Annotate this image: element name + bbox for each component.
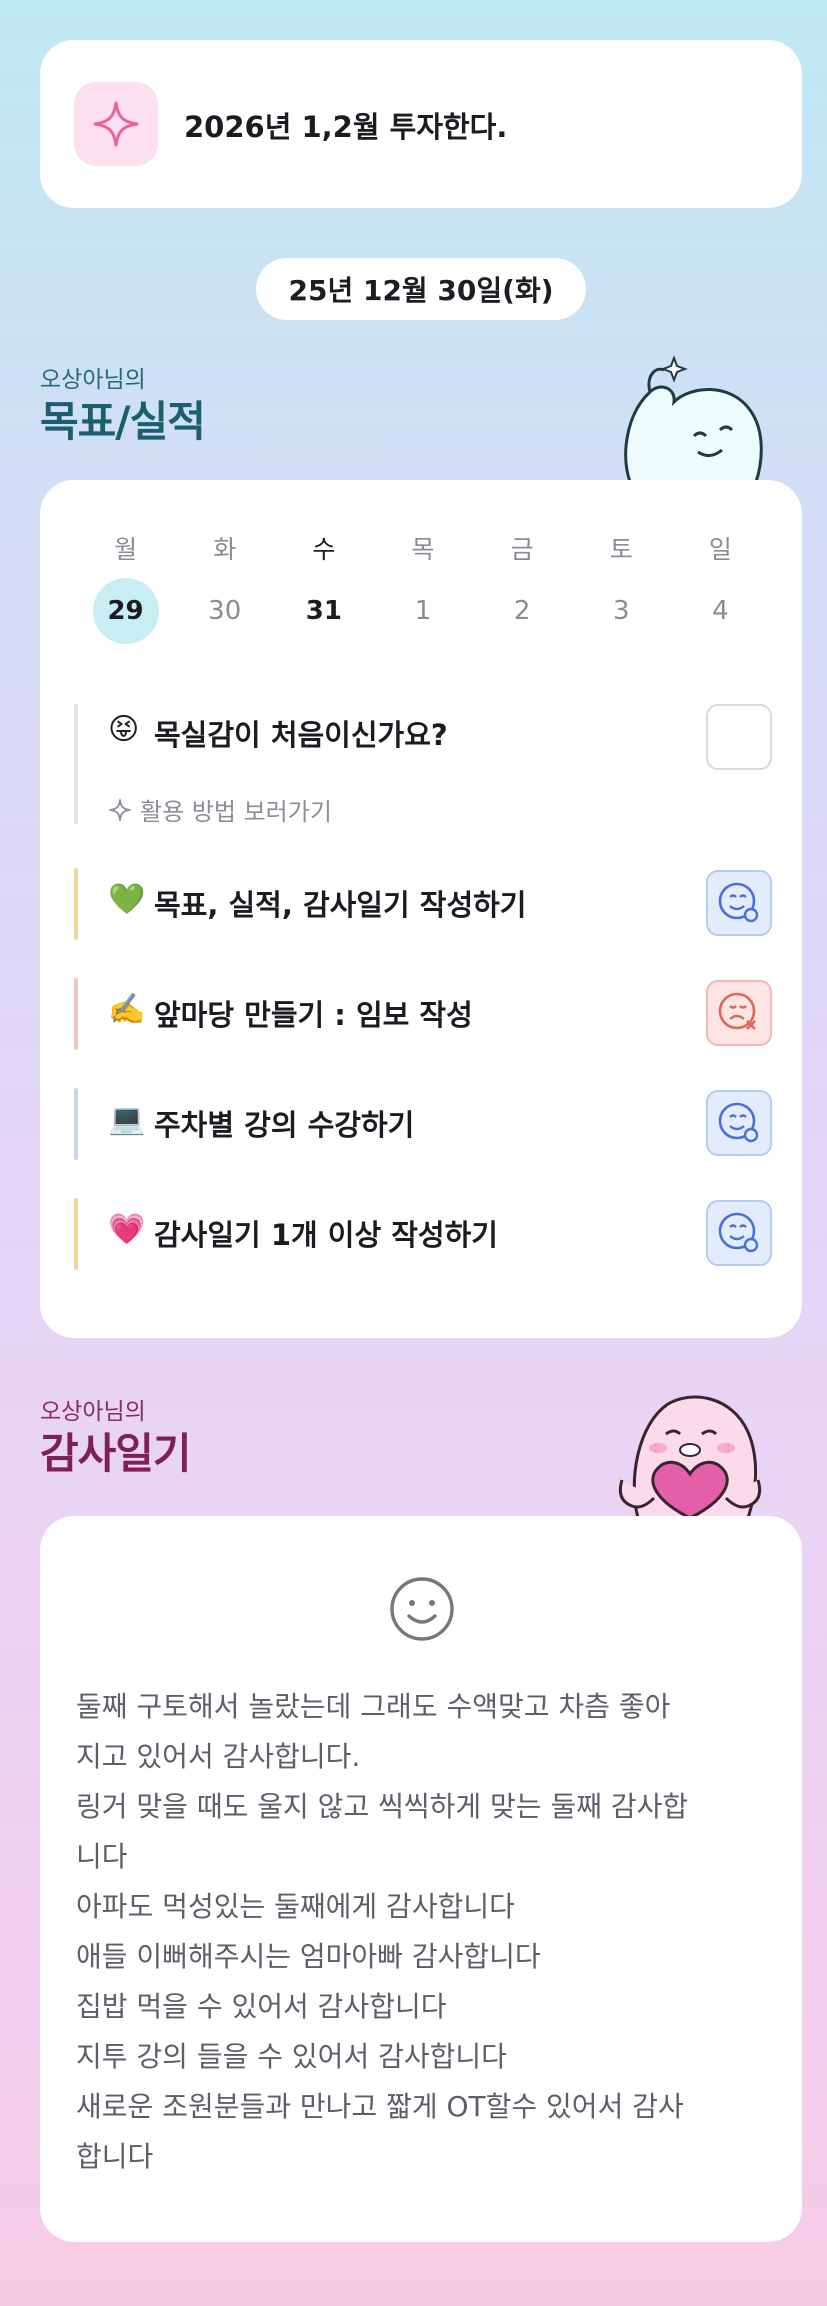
task-status-done-icon[interactable]	[706, 1090, 772, 1156]
smile-check-icon	[718, 1102, 759, 1143]
calendar-day-number: 2	[513, 596, 531, 626]
howto-link[interactable]: 활용 방법 보러가기	[108, 792, 332, 827]
sparkle-icon	[74, 82, 158, 166]
task-label: 목실감이 처음이신가요?	[154, 718, 448, 752]
date-row: 29 30 31 1 2 3 4	[76, 578, 770, 644]
calendar-day[interactable]: 3	[572, 578, 671, 644]
howto-label: 활용 방법 보러가기	[140, 798, 332, 826]
task-accent-bar	[74, 978, 78, 1050]
calendar-day-number: 29	[92, 578, 159, 644]
calendar-day[interactable]: 30	[175, 578, 274, 644]
weekday-label: 금	[510, 535, 534, 564]
weekday-label: 일	[708, 535, 732, 564]
calendar-day-selected[interactable]: 29	[76, 578, 175, 644]
diary-line: 아파도 먹성있는 둘째에게 감사합니다	[76, 1890, 515, 1923]
task-accent-bar	[74, 1088, 78, 1160]
mascot-heart-icon	[618, 1395, 762, 1518]
task-emoji: ✍️	[108, 992, 146, 1027]
task-emoji: 😝	[108, 712, 140, 747]
calendar-day-number: 1	[414, 596, 432, 626]
sad-x-icon	[718, 992, 756, 1030]
calendar-day-number: 31	[305, 596, 342, 626]
calendar-day[interactable]: 31	[274, 578, 373, 644]
weekday-label: 화	[213, 535, 237, 564]
weekday-label: 수	[312, 535, 336, 564]
task-checkbox[interactable]	[706, 704, 772, 770]
sparkle-small-icon	[109, 798, 131, 821]
diary-line: 지고 있어서 감사합니다.	[76, 1740, 361, 1773]
diary-text: 둘째 구토해서 놀랐는데 그래도 수액맞고 차츰 좋아 지고 있어서 감사합니다…	[76, 1682, 776, 2182]
diary-card[interactable]: 둘째 구토해서 놀랐는데 그래도 수액맞고 차츰 좋아 지고 있어서 감사합니다…	[40, 1516, 802, 2242]
calendar-day[interactable]: 4	[671, 578, 770, 644]
smile-check-icon	[718, 882, 759, 923]
task-item[interactable]: 💗 감사일기 1개 이상 작성하기	[74, 1198, 772, 1270]
task-label: 앞마당 만들기 : 임보 작성	[154, 998, 473, 1032]
diary-line: 집밥 먹을 수 있어서 감사합니다	[76, 1990, 447, 2023]
diary-line: 합니다	[76, 2140, 154, 2173]
task-accent-bar	[74, 1198, 78, 1270]
diary-line: 둘째 구토해서 놀랐는데 그래도 수액맞고 차츰 좋아	[76, 1690, 671, 1723]
weekday-label: 토	[609, 535, 633, 564]
task-label: 목표, 실적, 감사일기 작성하기	[154, 888, 527, 922]
task-emoji: 💻	[108, 1102, 146, 1137]
checklist-card: 월 화 수 목 금 토 일 29 30 31 1 2 3 4 😝 목실감이 처음…	[40, 480, 802, 1338]
diary-line: 니다	[76, 1840, 128, 1873]
weekday-row: 월 화 수 목 금 토 일	[76, 530, 770, 566]
task-status-failed-icon[interactable]	[706, 980, 772, 1046]
calendar-day[interactable]: 2	[473, 578, 572, 644]
calendar-day-number: 30	[208, 596, 242, 626]
weekday-label: 목	[411, 535, 435, 564]
weekday-label: 월	[114, 535, 138, 564]
task-item[interactable]: 💻 주차별 강의 수강하기	[74, 1088, 772, 1160]
task-emoji: 💚	[108, 882, 146, 917]
task-label: 감사일기 1개 이상 작성하기	[154, 1218, 498, 1252]
diary-line: 애들 이뻐해주시는 엄마아빠 감사합니다	[76, 1940, 541, 1973]
goal-card[interactable]: 2026년 1,2월 투자한다.	[40, 40, 802, 208]
diary-line: 지투 강의 들을 수 있어서 감사합니다	[76, 2040, 507, 2073]
smile-check-icon	[718, 1212, 759, 1253]
diary-line: 링거 맞을 때도 울지 않고 씩씩하게 맞는 둘째 감사합	[76, 1790, 689, 1823]
goal-text: 2026년 1,2월 투자한다.	[184, 110, 508, 144]
task-item[interactable]: ✍️ 앞마당 만들기 : 임보 작성	[74, 978, 772, 1050]
task-accent-bar	[74, 868, 78, 940]
mascot-waving-icon	[624, 355, 763, 482]
task-item[interactable]: 💚 목표, 실적, 감사일기 작성하기	[74, 868, 772, 940]
smile-face-icon	[390, 1577, 454, 1641]
date-pill[interactable]: 25년 12월 30일(화)	[256, 258, 586, 320]
task-status-done-icon[interactable]	[706, 1200, 772, 1266]
task-label: 주차별 강의 수강하기	[154, 1108, 415, 1142]
diary-line: 새로운 조원분들과 만나고 짧게 OT할수 있어서 감사	[76, 2090, 684, 2123]
calendar-day[interactable]: 1	[373, 578, 472, 644]
diary-section-title: 감사일기	[40, 1429, 192, 1478]
goals-section-title: 목표/실적	[40, 397, 206, 446]
task-status-done-icon[interactable]	[706, 870, 772, 936]
task-accent-bar	[74, 704, 78, 824]
task-emoji: 💗	[108, 1212, 146, 1247]
calendar-day-number: 4	[712, 596, 729, 626]
calendar-day-number: 3	[612, 596, 630, 626]
